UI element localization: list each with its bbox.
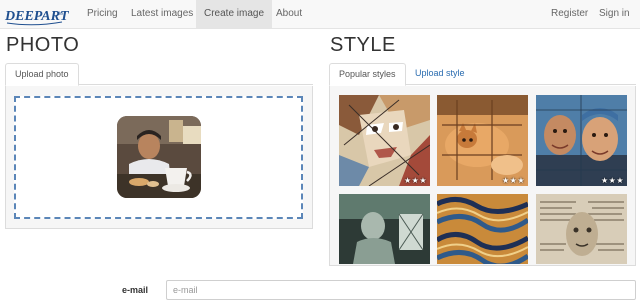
style-rating-stars: ★★★ xyxy=(501,176,525,185)
photo-tabbar: Upload photo xyxy=(5,63,313,86)
style-rating-stars: ★★★ xyxy=(600,176,624,185)
style-tile-mosaic-portraits[interactable]: ★★★ xyxy=(536,95,627,186)
email-label: e-mail xyxy=(122,285,149,295)
uploaded-photo-thumbnail xyxy=(117,116,201,198)
deepart-logo[interactable]: DEEPART io xyxy=(4,3,70,27)
tab-popular-styles[interactable]: Popular styles xyxy=(329,63,406,86)
style-heading: STYLE xyxy=(330,34,396,56)
tab-upload-style[interactable]: Upload style xyxy=(406,63,474,85)
navbar: DEEPART io Pricing Latest images Create … xyxy=(0,0,640,29)
style-tile-cat-mosaic[interactable]: ★★★ xyxy=(437,95,528,186)
style-tile-newspaper-face[interactable] xyxy=(536,194,627,264)
nav-pricing[interactable]: Pricing xyxy=(79,0,126,28)
nav-about[interactable]: About xyxy=(268,0,310,28)
style-tile-swirl-pattern[interactable] xyxy=(437,194,528,264)
email-input[interactable] xyxy=(166,280,636,300)
nav-register[interactable]: Register xyxy=(543,0,596,28)
style-tile-dark-figure[interactable] xyxy=(339,194,430,264)
nav-sign-in[interactable]: Sign in xyxy=(591,0,638,28)
nav-latest-images[interactable]: Latest images xyxy=(123,0,201,28)
nav-create-image[interactable]: Create image xyxy=(196,0,273,28)
style-tile-cubist-portrait[interactable]: ★★★ xyxy=(339,95,430,186)
svg-text:io: io xyxy=(59,11,63,17)
photo-heading: PHOTO xyxy=(6,34,80,56)
style-rating-stars: ★★★ xyxy=(403,176,427,185)
style-tabbar: Popular styles Upload style xyxy=(329,63,636,86)
tab-upload-photo[interactable]: Upload photo xyxy=(5,63,79,86)
